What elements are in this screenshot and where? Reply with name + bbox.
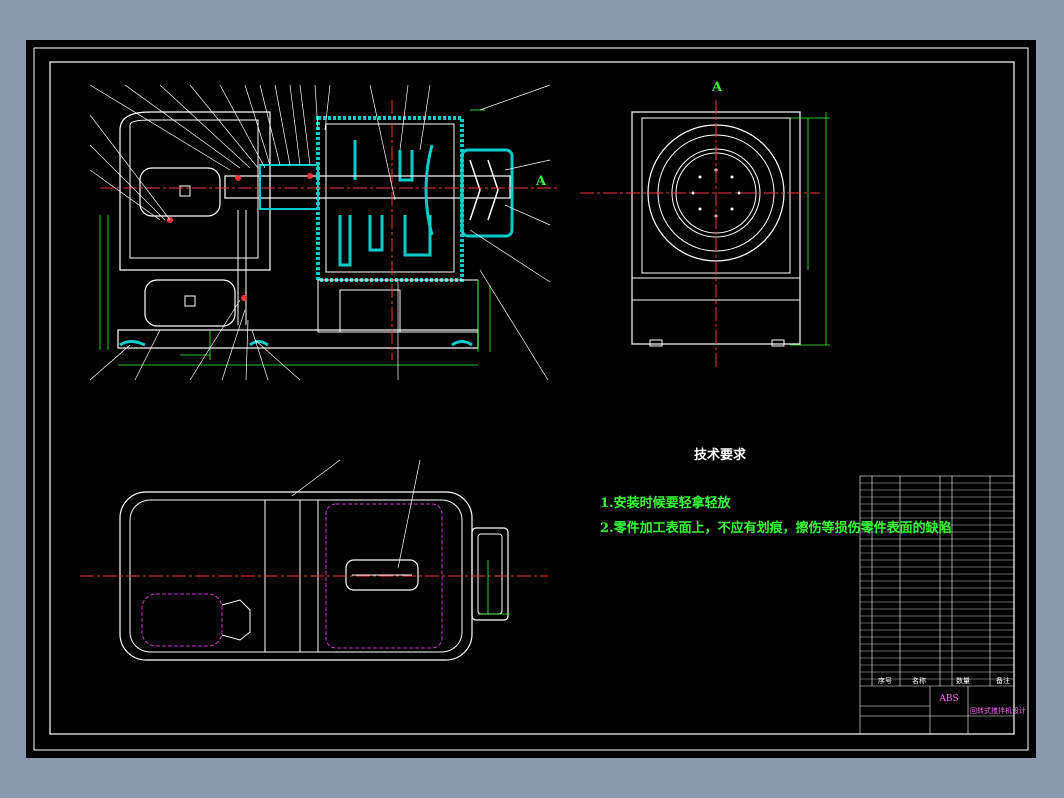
- requirement-1: 1.安装时候要轻拿轻放: [600, 496, 731, 511]
- section-arrow-label-a: A: [536, 174, 547, 189]
- drawing-name: 回转式搅拌机设计: [970, 707, 1026, 715]
- tb-header-note: 备注: [996, 677, 1010, 685]
- front-section-view: [89, 84, 560, 381]
- cad-drawing: [33, 47, 1029, 751]
- tb-header-index: 序号: [878, 677, 892, 685]
- side-view-a: [580, 100, 830, 370]
- inner-frame: [49, 61, 1015, 735]
- tb-header-name: 名称: [912, 677, 926, 685]
- top-view: [80, 459, 548, 661]
- requirement-2: 2.零件加工表面上，不应有划痕，擦伤等损伤零件表面的缺陷: [600, 521, 952, 536]
- title-block-logo: ABS: [939, 694, 959, 704]
- tb-header-qty: 数量: [956, 677, 970, 685]
- technical-requirements-title: 技术要求: [694, 448, 747, 463]
- parts-list-rows: [860, 482, 1014, 680]
- section-label-a: A: [712, 80, 723, 95]
- outer-frame: [33, 47, 1029, 751]
